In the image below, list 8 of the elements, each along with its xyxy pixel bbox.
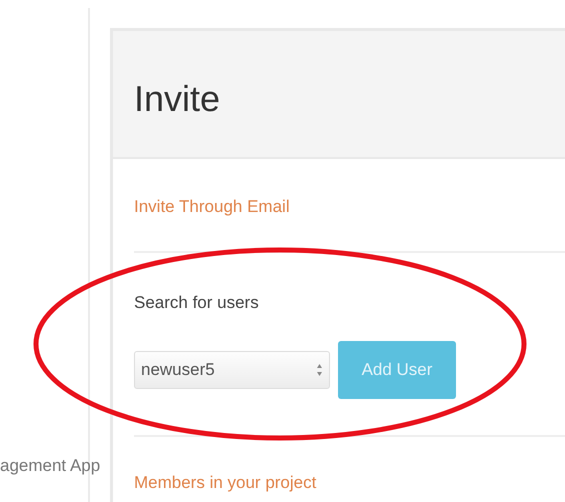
spinner-arrows-icon — [316, 363, 323, 377]
add-user-button[interactable]: Add User — [338, 341, 456, 399]
invite-email-link[interactable]: Invite Through Email — [134, 197, 290, 217]
search-label: Search for users — [134, 293, 260, 313]
user-select[interactable]: newuser5 — [134, 351, 330, 389]
members-link[interactable]: Members in your project — [134, 473, 316, 493]
app-name: agement App — [0, 456, 100, 476]
panel-title: Invite — [134, 78, 220, 120]
